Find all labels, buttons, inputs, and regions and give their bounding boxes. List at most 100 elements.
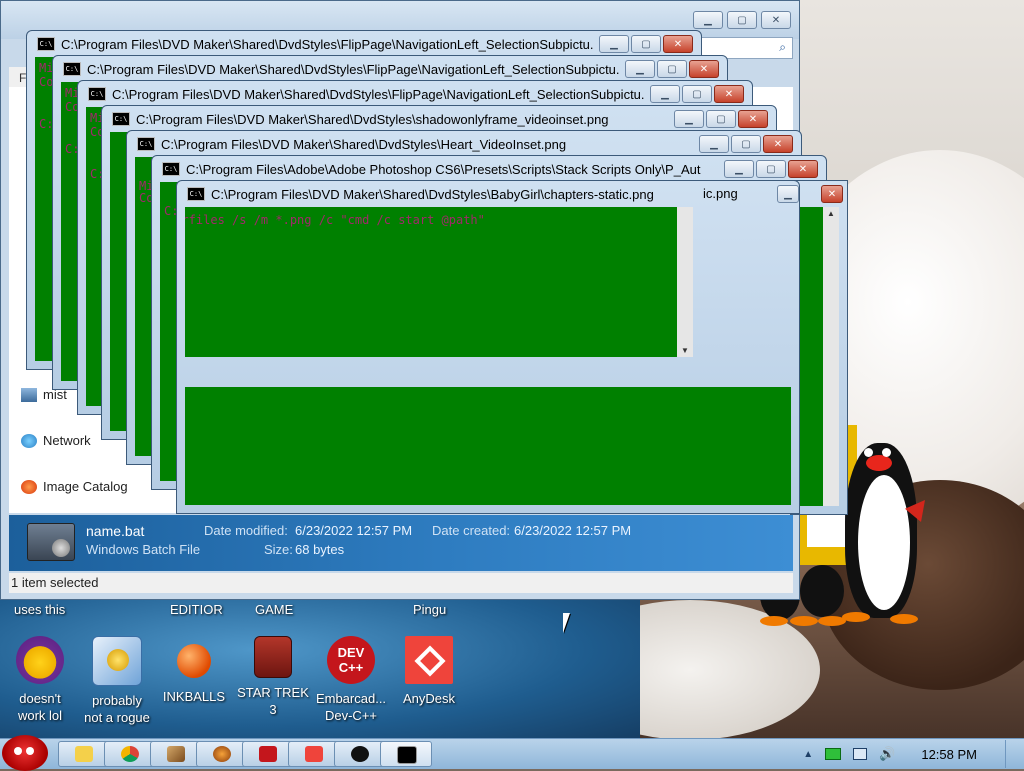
nav-item-label: Image Catalog (43, 479, 128, 494)
maximize-button[interactable]: ▢ (727, 11, 757, 29)
cmd-icon: C:\ (63, 62, 81, 76)
small-penguin-foot (760, 616, 788, 626)
cmd-caption-buttons: ▁ ▢ ✕ (650, 85, 744, 103)
desktop-icon-yahoo-messenger[interactable]: doesn't work lol (0, 634, 80, 724)
small-penguin-foot (790, 616, 818, 626)
network-computer-icon (21, 387, 37, 402)
batch-file-icon (27, 523, 75, 561)
nav-item-network[interactable]: Network (21, 433, 91, 448)
desktop-icon-label: INKBALLS (162, 689, 226, 704)
minimize-button[interactable]: ▁ (777, 185, 799, 203)
search-icon[interactable]: ⌕ (779, 40, 786, 55)
desktop-icon-settings[interactable]: probably not a rogue (77, 634, 157, 726)
minimize-button[interactable]: ▁ (625, 60, 655, 78)
close-button[interactable]: ✕ (763, 135, 793, 153)
scrollbar[interactable]: ▼ (677, 207, 693, 357)
maximize-button[interactable]: ▢ (682, 85, 712, 103)
cmd-titlebar[interactable]: C:\ C:\Program Files\DVD Maker\Shared\Dv… (88, 86, 644, 102)
maximize-button[interactable]: ▢ (631, 35, 661, 53)
desktop-icon-label: doesn't work lol (17, 691, 63, 723)
taskbar-button-game[interactable] (196, 741, 248, 767)
cmd-title: C:\Program Files\Adobe\Adobe Photoshop C… (186, 161, 701, 177)
cmd-title: C:\Program Files\DVD Maker\Shared\DvdSty… (136, 111, 609, 127)
minimize-button[interactable]: ▁ (724, 160, 754, 178)
battery-icon[interactable] (825, 748, 842, 760)
taskbar-button-tool[interactable] (150, 741, 202, 767)
close-button[interactable]: ✕ (821, 185, 843, 203)
clock[interactable]: 12:58 PM (921, 747, 977, 762)
nav-item-image-catalog[interactable]: Image Catalog (21, 479, 128, 494)
close-button[interactable]: ✕ (689, 60, 719, 78)
cmd-titlebar[interactable]: C:\ C:\Program Files\DVD Maker\Shared\Dv… (63, 61, 619, 77)
desktop-icon-label: STAR TREK 3 (237, 685, 309, 717)
cmd-command-line: forfiles /s /m *.png /c "cmd /c start @p… (185, 213, 485, 227)
status-bar: 1 item selected (9, 573, 793, 593)
close-button[interactable]: ✕ (714, 85, 744, 103)
details-file-type: Windows Batch File (86, 542, 201, 557)
monitor-icon[interactable] (853, 748, 868, 760)
cmd-titlebar[interactable]: C:\ C:\Program Files\DVD Maker\Shared\Dv… (37, 36, 593, 52)
scrollbar[interactable]: ▲ (823, 207, 839, 506)
close-button[interactable]: ✕ (663, 35, 693, 53)
desktop-icon-dev-cpp[interactable]: DEV C++ Embarcad... Dev-C++ (311, 634, 391, 724)
pingu-eye-left (864, 448, 873, 457)
group-label-game: GAME (255, 602, 294, 617)
taskbar-button-chrome[interactable] (104, 741, 156, 767)
cmd-console[interactable]: forfiles /s /m *.png /c "cmd /c start @p… (185, 207, 693, 357)
dev-cpp-icon: DEV C++ (327, 636, 375, 684)
desktop-icon-label: Embarcad... Dev-C++ (315, 691, 387, 723)
minimize-button[interactable]: ▁ (650, 85, 680, 103)
cmd-icon (397, 746, 417, 764)
desktop-icon-anydesk[interactable]: AnyDesk (389, 634, 469, 707)
maximize-button[interactable]: ▢ (731, 135, 761, 153)
minimize-button[interactable]: ▁ (699, 135, 729, 153)
cmd-titlebar[interactable]: C:\ C:\Program Files\Adobe\Adobe Photosh… (162, 161, 718, 177)
close-button[interactable]: ✕ (788, 160, 818, 178)
taskbar: ▲ 🔊 12:58 PM (0, 735, 1024, 771)
minimize-button[interactable]: ▁ (599, 35, 629, 53)
taskbar-button-pdf[interactable] (242, 741, 294, 767)
maximize-button[interactable]: ▢ (657, 60, 687, 78)
folder-icon (75, 746, 93, 762)
minimize-button[interactable]: ▁ (674, 110, 704, 128)
taskbar-button-cmd[interactable] (380, 741, 432, 767)
start-button[interactable] (2, 735, 48, 771)
anydesk-icon (405, 636, 453, 684)
close-button[interactable]: ✕ (761, 11, 791, 29)
taskbar-button-folder[interactable] (58, 741, 110, 767)
cmd-window-active[interactable]: C:\ C:\Program Files\DVD Maker\Shared\Dv… (176, 180, 800, 514)
taskbar-button-angry-bird[interactable] (334, 741, 386, 767)
desktop-icon-star-trek[interactable]: STAR TREK 3 (233, 634, 313, 718)
volume-icon[interactable]: 🔊 (879, 746, 895, 762)
group-label-pingu: Pingu (413, 602, 447, 617)
maximize-button[interactable]: ▢ (756, 160, 786, 178)
cmd-titlebar[interactable]: C:\ C:\Program Files\DVD Maker\Shared\Dv… (137, 136, 693, 152)
cmd-titlebar[interactable]: C:\ C:\Program Files\DVD Maker\Shared\Dv… (187, 186, 739, 202)
cmd-caption-buttons: ▁ ▢ ✕ (599, 35, 693, 53)
system-tray: ▲ 🔊 12:58 PM (803, 739, 1024, 769)
pingu-beak (866, 455, 892, 471)
taskbar-button-anydesk[interactable] (288, 741, 340, 767)
cmd-title: C:\Program Files\DVD Maker\Shared\DvdSty… (61, 36, 593, 52)
pingu-belly (858, 475, 910, 610)
date-modified-value: 6/23/2022 12:57 PM (295, 523, 413, 538)
show-hidden-icons-icon[interactable]: ▲ (803, 749, 813, 760)
maximize-button[interactable]: ▢ (706, 110, 736, 128)
minimize-button[interactable]: ▁ (693, 11, 723, 29)
yahoo-messenger-icon (16, 636, 64, 684)
cmd-icon: C:\ (37, 37, 55, 51)
desktop-icon-label: probably not a rogue (84, 693, 150, 725)
tool-icon (167, 746, 185, 762)
date-modified-label: Date modified: (204, 523, 288, 538)
cmd-title: C:\Program Files\DVD Maker\Shared\DvdSty… (211, 186, 654, 202)
close-button[interactable]: ✕ (738, 110, 768, 128)
pingu-eye-right (882, 448, 891, 457)
desktop-icon-inkballs[interactable]: INKBALLS (154, 634, 234, 705)
details-file-name: name.bat (86, 523, 145, 539)
chrome-icon (121, 746, 139, 762)
cmd-titlebar[interactable]: C:\ C:\Program Files\DVD Maker\Shared\Dv… (112, 111, 668, 127)
game-icon (213, 746, 231, 762)
show-desktop-button[interactable] (1005, 740, 1016, 768)
cmd-title-tail: ic.png (703, 186, 738, 201)
cmd-console-lower[interactable] (185, 387, 791, 505)
